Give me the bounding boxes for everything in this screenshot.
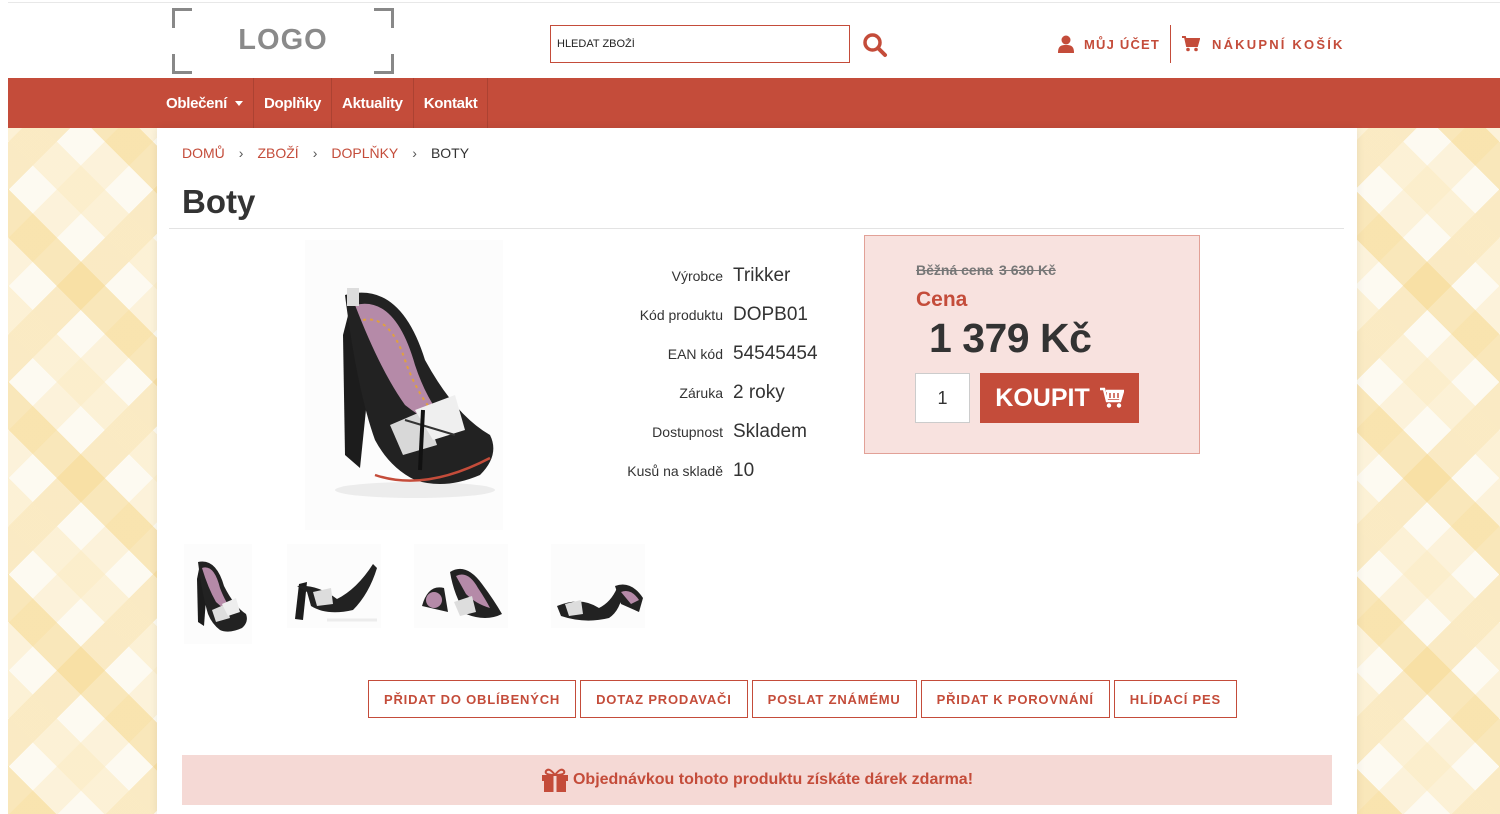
logo-corner xyxy=(172,54,192,74)
old-price: Běžná cena 3 630 Kč xyxy=(916,262,1056,278)
spec-label: Výrobce xyxy=(671,267,723,284)
chevron-right-icon: › xyxy=(238,145,244,161)
caret-down-icon xyxy=(234,100,243,106)
chevron-right-icon: › xyxy=(312,145,318,161)
shoe-thumbnail xyxy=(422,568,502,618)
spec-value: 10 xyxy=(733,459,755,481)
quantity-input[interactable] xyxy=(915,373,970,423)
spec-label: Kód produktu xyxy=(639,306,723,323)
spec-label: Dostupnost xyxy=(652,423,723,440)
spec-label: Kusů na skladě xyxy=(627,462,723,479)
page-title: Boty xyxy=(182,183,256,220)
spec-row: Výrobce Trikker xyxy=(587,256,818,295)
chevron-right-icon: › xyxy=(412,145,417,161)
nav-item-doplnky[interactable]: Doplňky xyxy=(254,78,333,128)
shoe-image xyxy=(335,288,495,498)
product-main-image[interactable] xyxy=(305,240,503,530)
spec-label: Záruka xyxy=(679,384,723,401)
search-input[interactable] xyxy=(550,25,850,63)
ask-seller-button[interactable]: DOTAZ PRODAVAČI xyxy=(580,680,748,718)
gift-notice: Objednávkou tohoto produktu získáte dáre… xyxy=(182,755,1332,805)
shoe-thumbnail xyxy=(197,561,247,632)
cart-label: NÁKUPNÍ KOŠÍK xyxy=(1212,36,1345,52)
price: 1 379 Kč xyxy=(929,315,1092,361)
nav-item-aktuality[interactable]: Aktuality xyxy=(332,78,414,128)
add-to-favorites-button[interactable]: PŘIDAT DO OBLÍBENÝCH xyxy=(368,680,577,718)
spec-row: Kód produktu DOPB01 xyxy=(587,295,818,334)
spec-value: DOPB01 xyxy=(733,303,808,325)
spec-value: Trikker xyxy=(733,264,791,286)
product-panel: DOMŮ › ZBOŽÍ › DOPLŇKY › BOTY Boty Výrob… xyxy=(157,128,1357,814)
logo[interactable]: LOGO xyxy=(172,8,394,74)
nav-item-label: Kontakt xyxy=(423,94,478,112)
breadcrumb-doplnky[interactable]: DOPLŇKY xyxy=(331,145,398,161)
spec-label: EAN kód xyxy=(667,345,723,362)
nav-item-label: Aktuality xyxy=(342,94,403,112)
spec-row: Dostupnost Skladem xyxy=(587,412,818,451)
shoe-thumbnail xyxy=(557,584,643,621)
search-button[interactable] xyxy=(861,31,889,59)
title-divider xyxy=(169,228,1344,229)
watchdog-button[interactable]: HLÍDACÍ PES xyxy=(1113,680,1237,718)
nav-item-kontakt[interactable]: Kontakt xyxy=(414,78,489,128)
gift-text: Objednávkou tohoto produktu získáte dáre… xyxy=(572,771,974,788)
old-price-label: Běžná cena xyxy=(916,262,994,278)
search-icon xyxy=(863,33,887,57)
breadcrumb: DOMŮ › ZBOŽÍ › DOPLŇKY › BOTY xyxy=(182,145,469,161)
breadcrumb-home[interactable]: DOMŮ xyxy=(182,145,225,161)
breadcrumb-zbozi[interactable]: ZBOŽÍ xyxy=(257,145,298,161)
thumbnail-4[interactable] xyxy=(551,544,645,628)
cart-icon xyxy=(1099,387,1124,408)
account-label: MŮJ ÚČET xyxy=(1084,36,1161,52)
spec-row: EAN kód 54545454 xyxy=(587,334,818,373)
thumbnail-3[interactable] xyxy=(414,544,508,628)
add-to-compare-button[interactable]: PŘIDAT K POROVNÁNÍ xyxy=(920,680,1110,718)
header-divider xyxy=(1170,25,1171,63)
main-nav: Oblečení Doplňky Aktuality Kontakt xyxy=(8,78,1500,128)
cart-link[interactable]: NÁKUPNÍ KOŠÍK xyxy=(1182,33,1345,55)
account-link[interactable]: MŮJ ÚČET xyxy=(1058,33,1160,55)
thumbnail-1[interactable] xyxy=(184,544,252,644)
nav-item-obleceni[interactable]: Oblečení xyxy=(156,78,254,128)
product-specs: Výrobce Trikker Kód produktu DOPB01 EAN … xyxy=(587,256,818,490)
old-price-amount: 3 630 Kč xyxy=(999,262,1056,278)
logo-text: LOGO xyxy=(238,24,328,56)
breadcrumb-current: BOTY xyxy=(430,145,470,161)
shoe-thumbnail xyxy=(295,564,377,622)
site-header: LOGO MŮJ ÚČET NÁKUPNÍ KOŠÍK xyxy=(8,2,1500,78)
buy-button-label: KOUPIT xyxy=(995,383,1090,412)
price-box: Běžná cena 3 630 Kč Cena 1 379 Kč KOUPIT xyxy=(864,235,1200,454)
spec-value: 54545454 xyxy=(733,342,818,364)
logo-corner xyxy=(374,54,394,74)
send-to-friend-button[interactable]: POSLAT ZNÁMÉMU xyxy=(751,680,917,718)
price-label: Cena xyxy=(916,288,968,311)
nav-item-label: Oblečení xyxy=(166,94,227,112)
user-icon xyxy=(1058,35,1074,53)
spec-row: Kusů na skladě 10 xyxy=(587,451,818,490)
spec-value: Skladem xyxy=(733,420,807,442)
spec-row: Záruka 2 roky xyxy=(587,373,818,412)
spec-value: 2 roky xyxy=(733,381,785,403)
nav-item-label: Doplňky xyxy=(263,94,322,112)
thumbnail-2[interactable] xyxy=(287,544,381,628)
gift-icon xyxy=(541,768,568,792)
window-edge xyxy=(0,0,8,814)
cart-icon xyxy=(1182,36,1200,52)
buy-button[interactable]: KOUPIT xyxy=(980,373,1139,423)
product-actions: PŘIDAT DO OBLÍBENÝCH DOTAZ PRODAVAČI POS… xyxy=(368,680,1237,718)
